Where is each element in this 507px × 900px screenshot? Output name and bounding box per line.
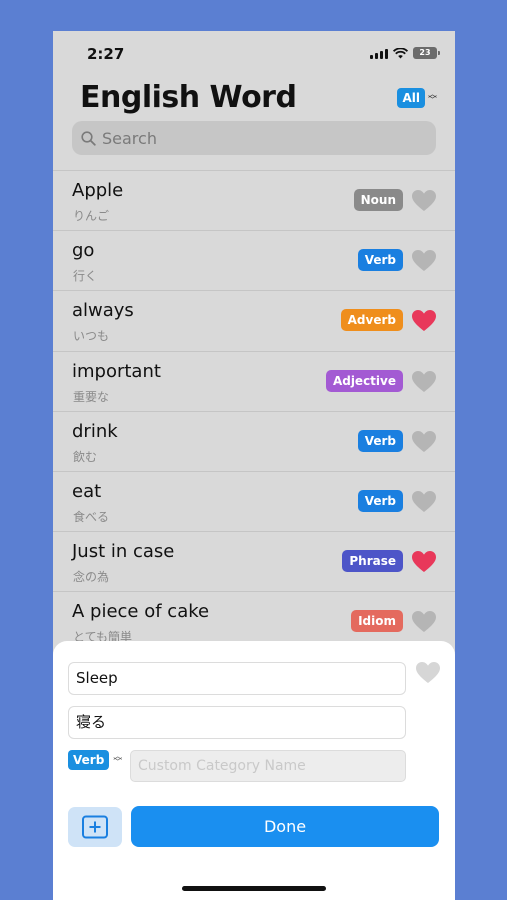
chevron-updown-icon: ︿ ﹀: [427, 90, 437, 106]
category-badge: Phrase: [342, 550, 403, 573]
category-badge: Noun: [353, 189, 403, 211]
word-row[interactable]: go 行く Verb: [53, 230, 455, 290]
chevron-updown-icon: ︿ ﹀: [113, 752, 123, 768]
word-row[interactable]: Just in case 念の為 Phrase: [53, 531, 455, 591]
word-text: Just in case: [72, 541, 175, 563]
favorite-heart-icon[interactable]: [411, 370, 437, 394]
word-meaning: りんご: [73, 209, 110, 223]
add-word-sheet: Sleep 寝る Verb ︿ ﹀ Custom Category Name Do…: [53, 641, 455, 900]
word-meaning: 行く: [73, 269, 98, 284]
favorite-heart-icon[interactable]: [411, 610, 437, 634]
word-text: Apple: [72, 180, 124, 201]
word-meaning: いつも: [73, 329, 110, 344]
category-badge: Verb: [357, 429, 403, 452]
favorite-heart-icon[interactable]: [411, 309, 437, 333]
meaning-field[interactable]: 寝る: [68, 706, 406, 739]
battery-icon: 23: [413, 47, 440, 59]
category-badge: Verb: [357, 249, 403, 272]
word-row[interactable]: always いつも Adverb: [53, 290, 455, 350]
search-input[interactable]: Search: [72, 121, 436, 155]
main-view: 2:27 23 English Word All ︿ ﹀ Search Appl…: [53, 31, 455, 671]
word-row[interactable]: eat 食べる Verb: [53, 470, 455, 531]
status-icons: 23: [370, 47, 440, 59]
favorite-heart-icon[interactable]: [411, 550, 437, 574]
favorite-heart-icon[interactable]: [411, 189, 437, 213]
category-badge: Idiom: [351, 610, 403, 633]
word-row[interactable]: important 重要な Adjective: [53, 350, 455, 411]
word-list: Apple りんご Noun go 行く Verb always いつも Adverb impor…: [53, 170, 455, 652]
category-badge: Adverb: [340, 309, 403, 332]
word-text: important: [72, 360, 161, 382]
word-meaning: 重要な: [73, 389, 110, 404]
category-badge: Adjective: [325, 369, 403, 392]
category-picker[interactable]: Verb ︿ ﹀: [68, 750, 122, 770]
favorite-heart-icon[interactable]: [411, 490, 437, 514]
word-text: A piece of cake: [72, 601, 210, 623]
favorite-heart-icon[interactable]: [415, 661, 441, 685]
word-field[interactable]: Sleep: [68, 662, 406, 695]
custom-category-input[interactable]: Custom Category Name: [130, 750, 406, 782]
favorite-heart-icon[interactable]: [411, 249, 437, 273]
word-text: go: [72, 240, 95, 262]
word-text: eat: [72, 480, 102, 502]
signal-icon: [370, 48, 388, 59]
word-meaning: 念の為: [73, 570, 110, 585]
search-placeholder: Search: [102, 128, 157, 148]
phone-screen: 2:27 23 English Word All ︿ ﹀ Search Appl…: [53, 31, 455, 900]
status-bar: 2:27 23: [53, 45, 455, 65]
favorite-heart-icon[interactable]: [411, 430, 437, 454]
word-row[interactable]: drink 飲む Verb: [53, 410, 455, 471]
category-filter-picker[interactable]: All ︿ ﹀: [397, 88, 437, 108]
category-badge: Verb: [357, 489, 403, 512]
word-text: drink: [72, 420, 118, 442]
filter-label: All: [397, 88, 425, 108]
home-indicator[interactable]: [182, 886, 326, 891]
category-label: Verb: [68, 750, 110, 770]
word-row[interactable]: Apple りんご Noun: [53, 170, 455, 230]
plus-square-icon: [82, 815, 108, 839]
page-title: English Word: [80, 80, 297, 115]
wifi-icon: [393, 47, 408, 58]
done-button[interactable]: Done: [131, 806, 439, 847]
word-text: always: [72, 300, 134, 322]
add-button[interactable]: [68, 807, 122, 847]
search-icon: [81, 130, 96, 146]
word-meaning: 食べる: [73, 509, 110, 524]
word-meaning: 飲む: [73, 449, 98, 464]
status-time: 2:27: [87, 45, 125, 63]
